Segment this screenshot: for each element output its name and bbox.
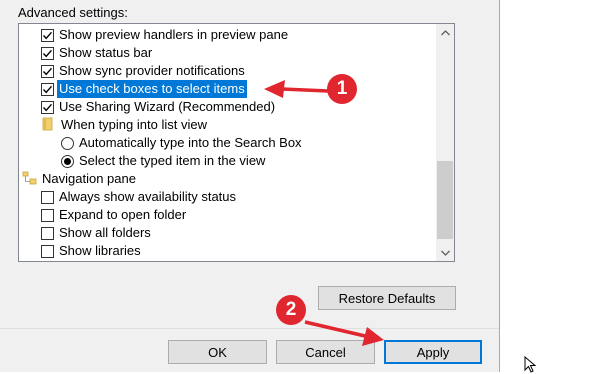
item-label: Show all folders xyxy=(59,225,151,240)
apply-button[interactable]: Apply xyxy=(384,340,482,364)
settings-item[interactable]: Always show availability status xyxy=(41,188,236,206)
item-label: Show libraries xyxy=(59,243,141,258)
chevron-up-icon xyxy=(440,29,450,35)
chevron-down-icon xyxy=(440,250,450,256)
ok-button[interactable]: OK xyxy=(168,340,267,364)
checkbox[interactable] xyxy=(41,244,54,258)
scroll-up-button[interactable] xyxy=(436,24,454,41)
settings-item[interactable]: Use Sharing Wizard (Recommended) xyxy=(41,98,275,116)
settings-item[interactable]: Show all folders xyxy=(41,224,151,242)
folder-icon xyxy=(42,117,53,130)
checkmark-icon xyxy=(42,103,53,111)
item-label: Show preview handlers in preview pane xyxy=(59,27,289,42)
scroll-down-button[interactable] xyxy=(436,244,454,261)
dialog-border xyxy=(499,0,500,372)
settings-item[interactable]: Use check boxes to select items xyxy=(41,80,247,98)
group-header: Navigation pane xyxy=(22,170,136,188)
item-label: Navigation pane xyxy=(42,171,136,186)
settings-item[interactable]: Show libraries xyxy=(41,242,141,260)
settings-item[interactable]: Show status bar xyxy=(41,44,152,62)
cancel-button[interactable]: Cancel xyxy=(276,340,375,364)
annotation-badge-1: 1 xyxy=(327,74,357,104)
group-header: When typing into list view xyxy=(41,116,207,134)
checkbox[interactable] xyxy=(41,208,54,222)
item-label: Use Sharing Wizard (Recommended) xyxy=(59,99,276,114)
checkbox[interactable] xyxy=(41,100,54,114)
item-label: Always show availability status xyxy=(59,189,237,204)
settings-item[interactable]: Expand to open folder xyxy=(41,206,186,224)
radio-button[interactable] xyxy=(61,136,74,150)
checkbox[interactable] xyxy=(41,64,54,78)
checkmark-icon xyxy=(42,31,53,39)
checkbox[interactable] xyxy=(41,46,54,60)
settings-item[interactable]: Select the typed item in the view xyxy=(61,152,265,170)
item-label: Expand to open folder xyxy=(59,207,187,222)
checkbox[interactable] xyxy=(41,226,54,240)
item-label: Show sync provider notifications xyxy=(59,63,245,78)
checkbox[interactable] xyxy=(41,28,54,42)
item-label: When typing into list view xyxy=(61,117,207,132)
item-label: Automatically type into the Search Box xyxy=(79,135,302,150)
group-icon xyxy=(41,117,61,134)
settings-item[interactable]: Show sync provider notifications xyxy=(41,62,245,80)
checkbox[interactable] xyxy=(41,82,54,96)
settings-list-area: Show preview handlers in preview pane Sho… xyxy=(19,24,436,261)
checkmark-icon xyxy=(42,67,53,75)
mouse-cursor-icon xyxy=(524,356,537,373)
radio-selected-dot xyxy=(64,157,71,165)
group-icon xyxy=(22,171,42,188)
annotation-badge-2: 2 xyxy=(276,295,306,325)
navigation-pane-icon xyxy=(22,171,37,184)
checkbox[interactable] xyxy=(41,190,54,204)
folder-options-dialog: Advanced settings: Show preview handlers… xyxy=(0,0,499,372)
item-label: Show status bar xyxy=(59,45,153,60)
settings-item[interactable]: Automatically type into the Search Box xyxy=(61,134,302,152)
checkmark-icon xyxy=(42,85,53,93)
button-bar-divider xyxy=(0,328,499,329)
restore-defaults-button[interactable]: Restore Defaults xyxy=(318,286,456,310)
scroll-thumb[interactable] xyxy=(437,161,453,239)
advanced-settings-list[interactable]: Show preview handlers in preview pane Sho… xyxy=(18,23,455,262)
settings-item[interactable]: Show preview handlers in preview pane xyxy=(41,26,288,44)
item-label: Select the typed item in the view xyxy=(79,153,266,168)
advanced-settings-label: Advanced settings: xyxy=(18,5,128,20)
vertical-scrollbar[interactable] xyxy=(436,24,454,261)
radio-button[interactable] xyxy=(61,154,74,168)
checkmark-icon xyxy=(42,49,53,57)
item-label: Use check boxes to select items xyxy=(57,80,247,98)
